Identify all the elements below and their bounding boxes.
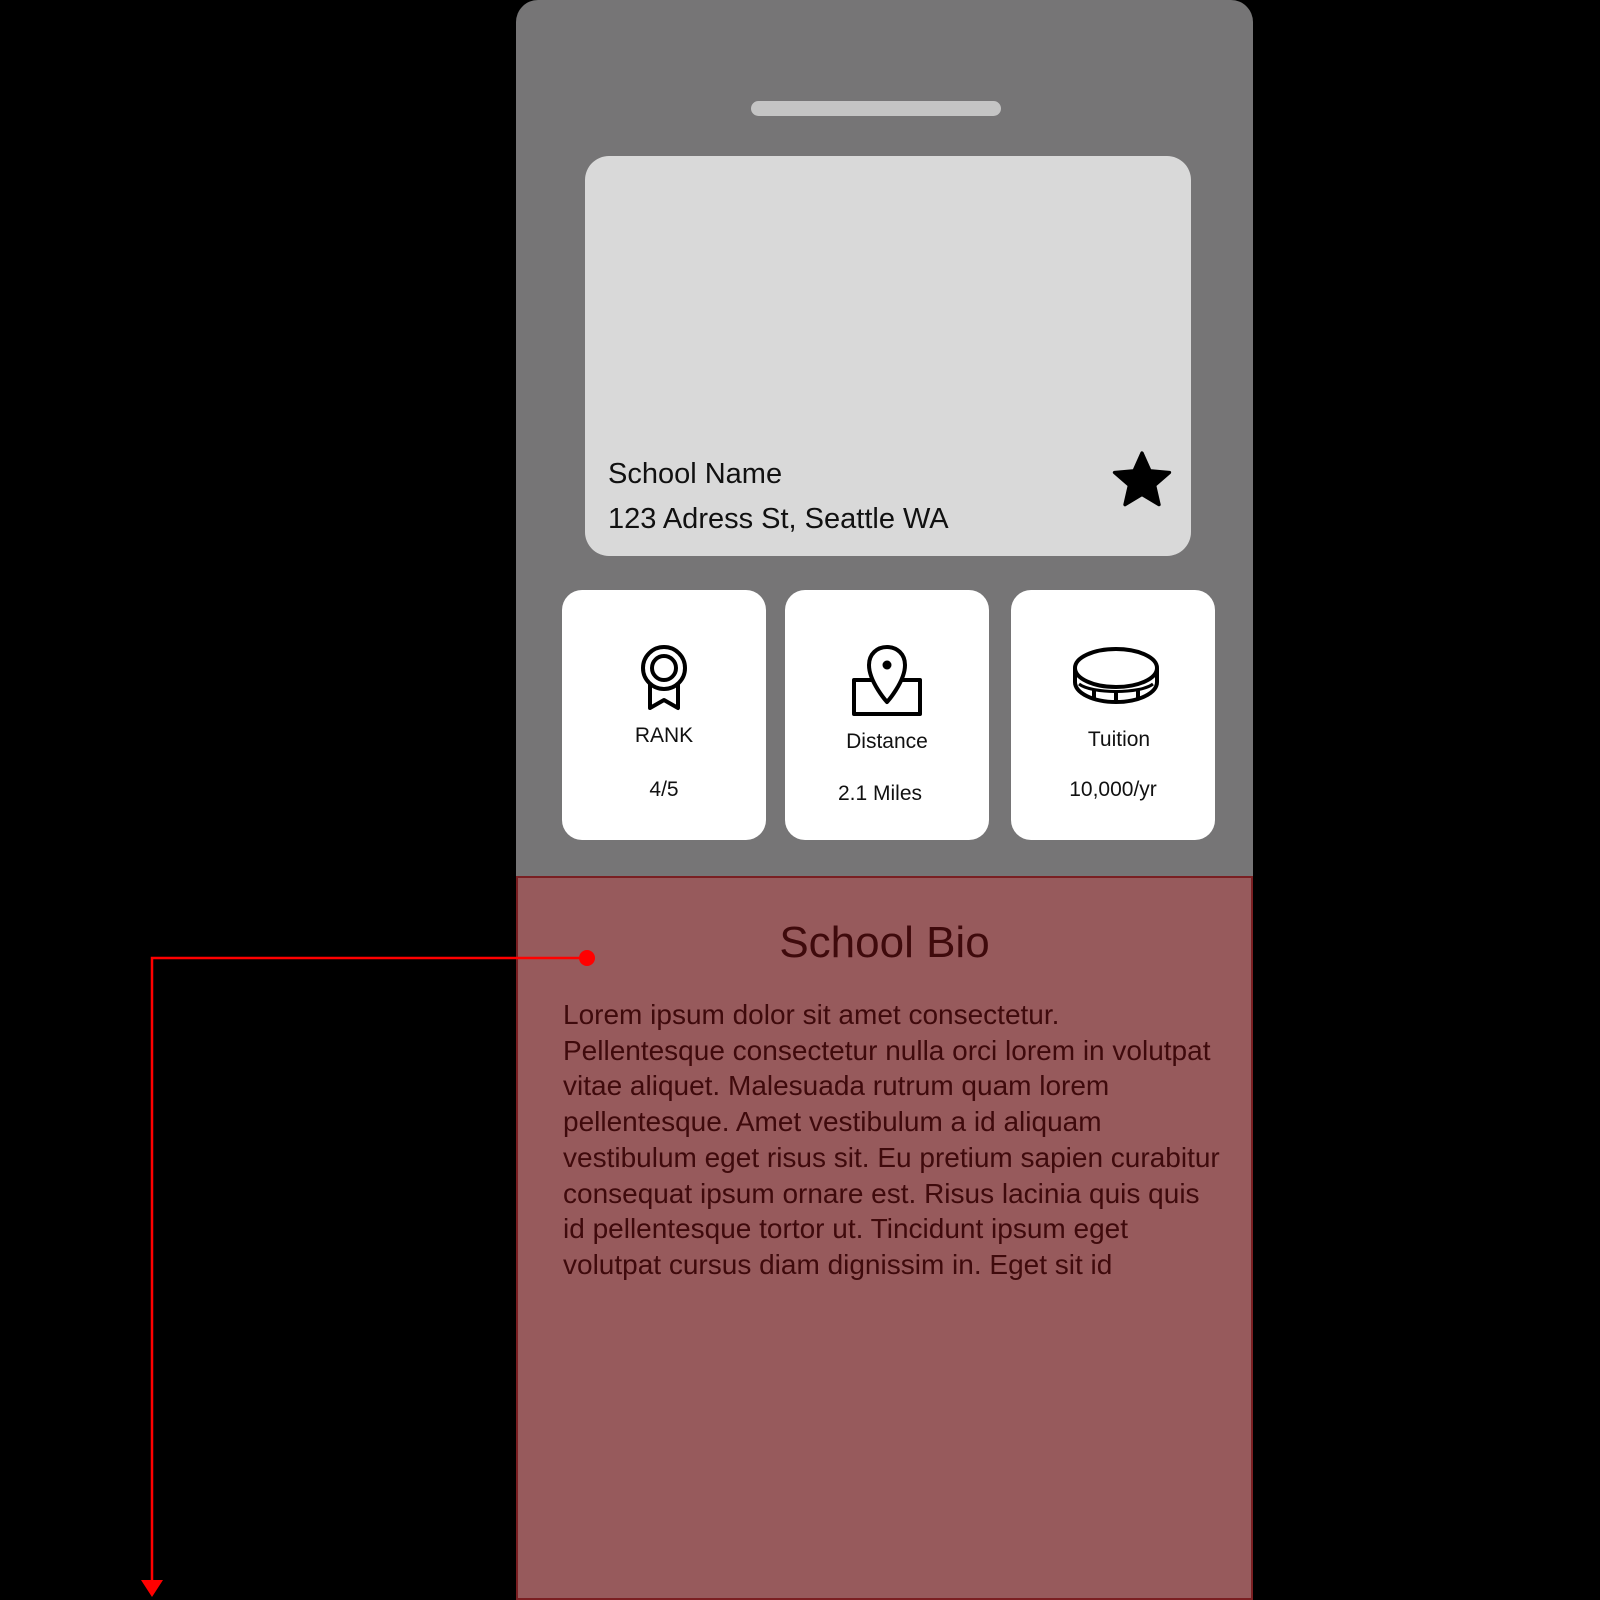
stat-card-distance[interactable]: Distance 2.1 Miles bbox=[785, 590, 989, 840]
sheet-drag-handle[interactable] bbox=[751, 101, 1001, 116]
map-pin-icon bbox=[852, 645, 922, 716]
tuition-label: Tuition bbox=[1087, 728, 1151, 751]
distance-label: Distance bbox=[846, 730, 928, 753]
school-address: 123 Adress St, Seattle WA bbox=[608, 503, 949, 535]
rank-value: 4/5 bbox=[649, 778, 679, 801]
stat-card-tuition[interactable]: Tuition 10,000/yr bbox=[1011, 590, 1215, 840]
prototype-canvas: School Name 123 Adress St, Seattle WA RA… bbox=[0, 0, 1600, 1600]
rank-label: RANK bbox=[634, 724, 694, 747]
bio-text: Lorem ipsum dolor sit amet consectetur. … bbox=[563, 999, 1220, 1280]
tuition-value: 10,000/yr bbox=[1069, 778, 1157, 801]
school-detail-sheet: School Name 123 Adress St, Seattle WA RA… bbox=[516, 0, 1253, 1600]
connector-arrowhead bbox=[141, 1580, 163, 1597]
school-name: School Name bbox=[608, 458, 783, 490]
coin-icon bbox=[1073, 647, 1159, 705]
star-icon[interactable] bbox=[1109, 448, 1175, 514]
school-hero-card[interactable]: School Name 123 Adress St, Seattle WA bbox=[585, 156, 1191, 556]
award-ribbon-icon bbox=[641, 645, 687, 710]
stat-card-rank[interactable]: RANK 4/5 bbox=[562, 590, 766, 840]
bio-title: School Bio bbox=[779, 918, 990, 967]
distance-value: 2.1 Miles bbox=[837, 782, 923, 805]
